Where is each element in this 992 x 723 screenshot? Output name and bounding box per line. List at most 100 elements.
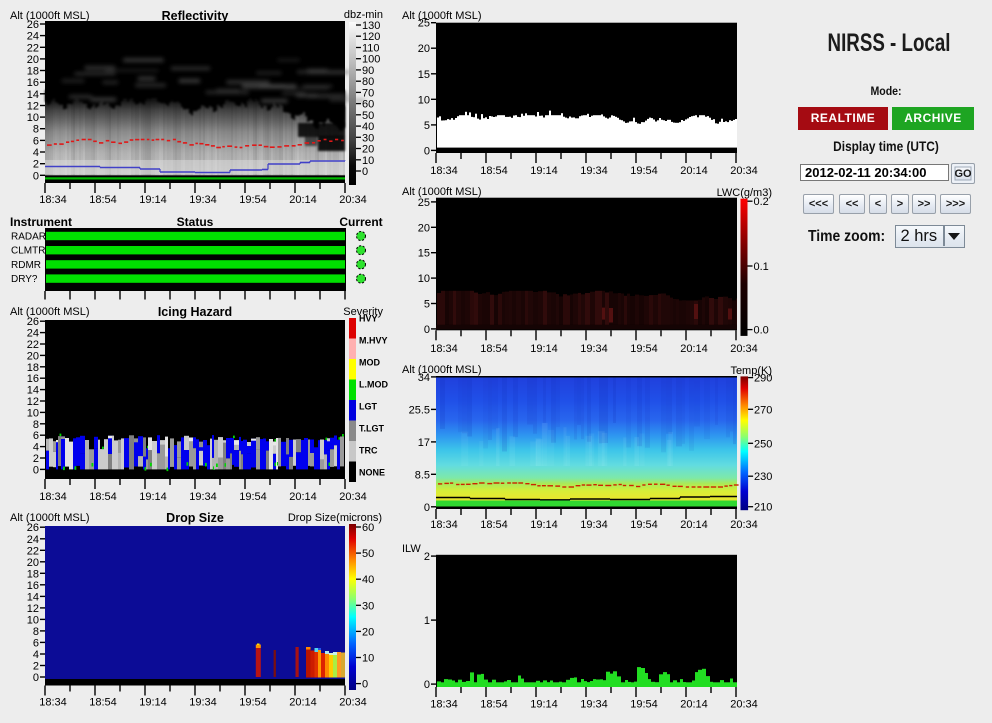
svg-text:4: 4 (33, 649, 39, 661)
svg-text:0: 0 (362, 679, 368, 691)
svg-text:RDMR: RDMR (11, 260, 41, 271)
svg-text:Alt (1000ft MSL): Alt (1000ft MSL) (402, 10, 481, 22)
svg-text:0: 0 (424, 502, 430, 514)
svg-text:10: 10 (27, 112, 39, 124)
svg-text:DRY?: DRY? (11, 274, 38, 285)
svg-text:8: 8 (33, 124, 39, 136)
svg-text:0: 0 (33, 464, 39, 476)
svg-text:18:34: 18:34 (430, 343, 458, 355)
svg-text:18: 18 (27, 66, 39, 78)
svg-text:0: 0 (424, 679, 430, 691)
svg-text:2: 2 (424, 551, 430, 563)
svg-text:Status: Status (177, 215, 214, 229)
svg-text:26: 26 (27, 19, 39, 31)
svg-text:19:54: 19:54 (630, 699, 658, 711)
svg-text:L.MOD: L.MOD (359, 380, 388, 390)
svg-text:20:14: 20:14 (680, 519, 708, 531)
svg-text:18:54: 18:54 (480, 343, 508, 355)
svg-text:34: 34 (418, 372, 430, 384)
svg-text:M.HVY: M.HVY (359, 336, 388, 346)
svg-text:Instrument: Instrument (10, 215, 72, 229)
svg-text:19:14: 19:14 (530, 699, 558, 711)
svg-text:19:34: 19:34 (580, 519, 608, 531)
svg-text:40: 40 (362, 121, 374, 133)
svg-text:50: 50 (362, 110, 374, 122)
svg-text:20:14: 20:14 (680, 343, 708, 355)
svg-text:250: 250 (754, 438, 772, 450)
svg-text:20:34: 20:34 (730, 165, 758, 177)
svg-text:5: 5 (424, 299, 430, 311)
svg-text:18:54: 18:54 (89, 491, 117, 503)
svg-text:20: 20 (362, 144, 374, 156)
svg-text:90: 90 (362, 65, 374, 77)
svg-text:26: 26 (27, 522, 39, 534)
svg-text:19:34: 19:34 (580, 165, 608, 177)
svg-text:19:14: 19:14 (139, 491, 167, 503)
svg-text:12: 12 (27, 396, 39, 408)
svg-text:230: 230 (754, 471, 772, 483)
svg-text:RADAR: RADAR (11, 232, 46, 243)
svg-text:20: 20 (362, 626, 374, 638)
svg-text:50: 50 (362, 548, 374, 560)
svg-text:120: 120 (362, 31, 380, 43)
svg-text:80: 80 (362, 76, 374, 88)
svg-text:10: 10 (27, 407, 39, 419)
svg-text:26: 26 (27, 316, 39, 328)
svg-text:18:34: 18:34 (430, 519, 458, 531)
svg-text:19:34: 19:34 (189, 194, 217, 206)
svg-text:14: 14 (27, 89, 39, 101)
svg-text:18:54: 18:54 (480, 519, 508, 531)
svg-text:25: 25 (418, 18, 430, 30)
svg-text:24: 24 (27, 31, 39, 43)
svg-text:20:34: 20:34 (339, 194, 367, 206)
svg-text:8: 8 (33, 626, 39, 638)
svg-text:270: 270 (754, 404, 772, 416)
svg-text:6: 6 (33, 430, 39, 442)
svg-text:6: 6 (33, 637, 39, 649)
svg-text:15: 15 (418, 248, 430, 260)
svg-text:19:14: 19:14 (139, 697, 167, 709)
svg-text:70: 70 (362, 87, 374, 99)
svg-text:19:54: 19:54 (630, 343, 658, 355)
svg-text:10: 10 (362, 155, 374, 167)
svg-text:0.2: 0.2 (754, 196, 769, 208)
svg-text:Alt (1000ft MSL): Alt (1000ft MSL) (10, 306, 89, 318)
svg-text:18:54: 18:54 (480, 165, 508, 177)
svg-text:20:34: 20:34 (730, 519, 758, 531)
svg-text:18:34: 18:34 (430, 699, 458, 711)
svg-text:40: 40 (362, 574, 374, 586)
svg-text:18:34: 18:34 (39, 194, 67, 206)
svg-text:18:34: 18:34 (39, 697, 67, 709)
svg-text:18:54: 18:54 (89, 194, 117, 206)
svg-text:18: 18 (27, 568, 39, 580)
svg-text:MOD: MOD (359, 358, 380, 368)
svg-text:2: 2 (33, 661, 39, 673)
svg-text:19:34: 19:34 (189, 697, 217, 709)
svg-text:16: 16 (27, 77, 39, 89)
svg-text:18:34: 18:34 (430, 165, 458, 177)
svg-text:T.LGT: T.LGT (359, 424, 384, 434)
svg-text:17: 17 (418, 437, 430, 449)
svg-text:0: 0 (362, 166, 368, 178)
svg-text:12: 12 (27, 101, 39, 113)
svg-text:25.5: 25.5 (409, 404, 430, 416)
svg-text:20: 20 (418, 43, 430, 55)
svg-text:5: 5 (424, 120, 430, 132)
svg-text:20:34: 20:34 (730, 699, 758, 711)
svg-text:16: 16 (27, 373, 39, 385)
svg-text:0: 0 (424, 324, 430, 336)
svg-text:20:34: 20:34 (339, 491, 367, 503)
svg-text:10: 10 (362, 653, 374, 665)
svg-text:20:34: 20:34 (730, 343, 758, 355)
svg-text:19:54: 19:54 (630, 519, 658, 531)
svg-text:Alt (1000ft MSL): Alt (1000ft MSL) (402, 186, 481, 198)
svg-text:Alt (1000ft MSL): Alt (1000ft MSL) (10, 10, 89, 22)
svg-text:Alt (1000ft MSL): Alt (1000ft MSL) (402, 364, 481, 376)
svg-text:18:54: 18:54 (480, 699, 508, 711)
svg-text:15: 15 (418, 69, 430, 81)
svg-text:20:14: 20:14 (289, 194, 317, 206)
svg-text:24: 24 (27, 534, 39, 546)
svg-text:12: 12 (27, 603, 39, 615)
svg-text:60: 60 (362, 99, 374, 111)
svg-text:2: 2 (33, 159, 39, 171)
